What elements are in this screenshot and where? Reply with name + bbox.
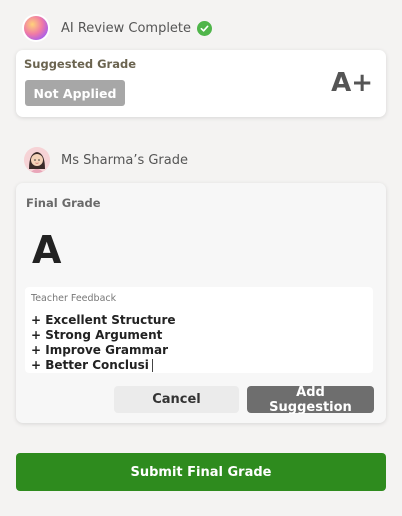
not-applied-badge: Not Applied (25, 80, 125, 106)
suggested-grade-card: Suggested Grade Not Applied A+ (16, 50, 386, 117)
final-grade-card: Final Grade A Teacher Feedback + Excelle… (16, 183, 386, 423)
text-caret (151, 359, 153, 372)
suggested-grade-value: A+ (331, 68, 373, 98)
feedback-line: + Strong Argument (31, 328, 163, 342)
teacher-grade-label: Ms Sharma’s Grade (61, 152, 188, 168)
add-suggestion-button[interactable]: Add Suggestion (247, 385, 374, 415)
teacher-feedback-field[interactable]: Teacher Feedback + Excellent Structure +… (25, 287, 373, 373)
final-grade-value[interactable]: A (32, 228, 61, 272)
ai-review-status: AI Review Complete (61, 20, 192, 36)
final-grade-label: Final Grade (26, 196, 101, 210)
feedback-line-last: + Better Conclusi (31, 358, 176, 373)
teacher-header: Ms Sharma’s Grade (24, 147, 188, 173)
feedback-line: + Improve Grammar (31, 343, 168, 357)
teacher-avatar (24, 147, 50, 173)
submit-final-grade-button[interactable]: Submit Final Grade (16, 453, 386, 491)
feedback-line: + Better Conclusi (31, 358, 149, 372)
ai-review-header: AI Review Complete (24, 16, 213, 40)
feedback-line: + Excellent Structure (31, 313, 176, 327)
check-circle-icon (197, 20, 213, 36)
feedback-text[interactable]: + Excellent Structure + Strong Argument … (31, 313, 176, 373)
teacher-feedback-label: Teacher Feedback (31, 293, 117, 304)
suggested-grade-label: Suggested Grade (24, 57, 137, 71)
cancel-button[interactable]: Cancel (114, 386, 239, 413)
ai-avatar-icon (24, 16, 48, 40)
